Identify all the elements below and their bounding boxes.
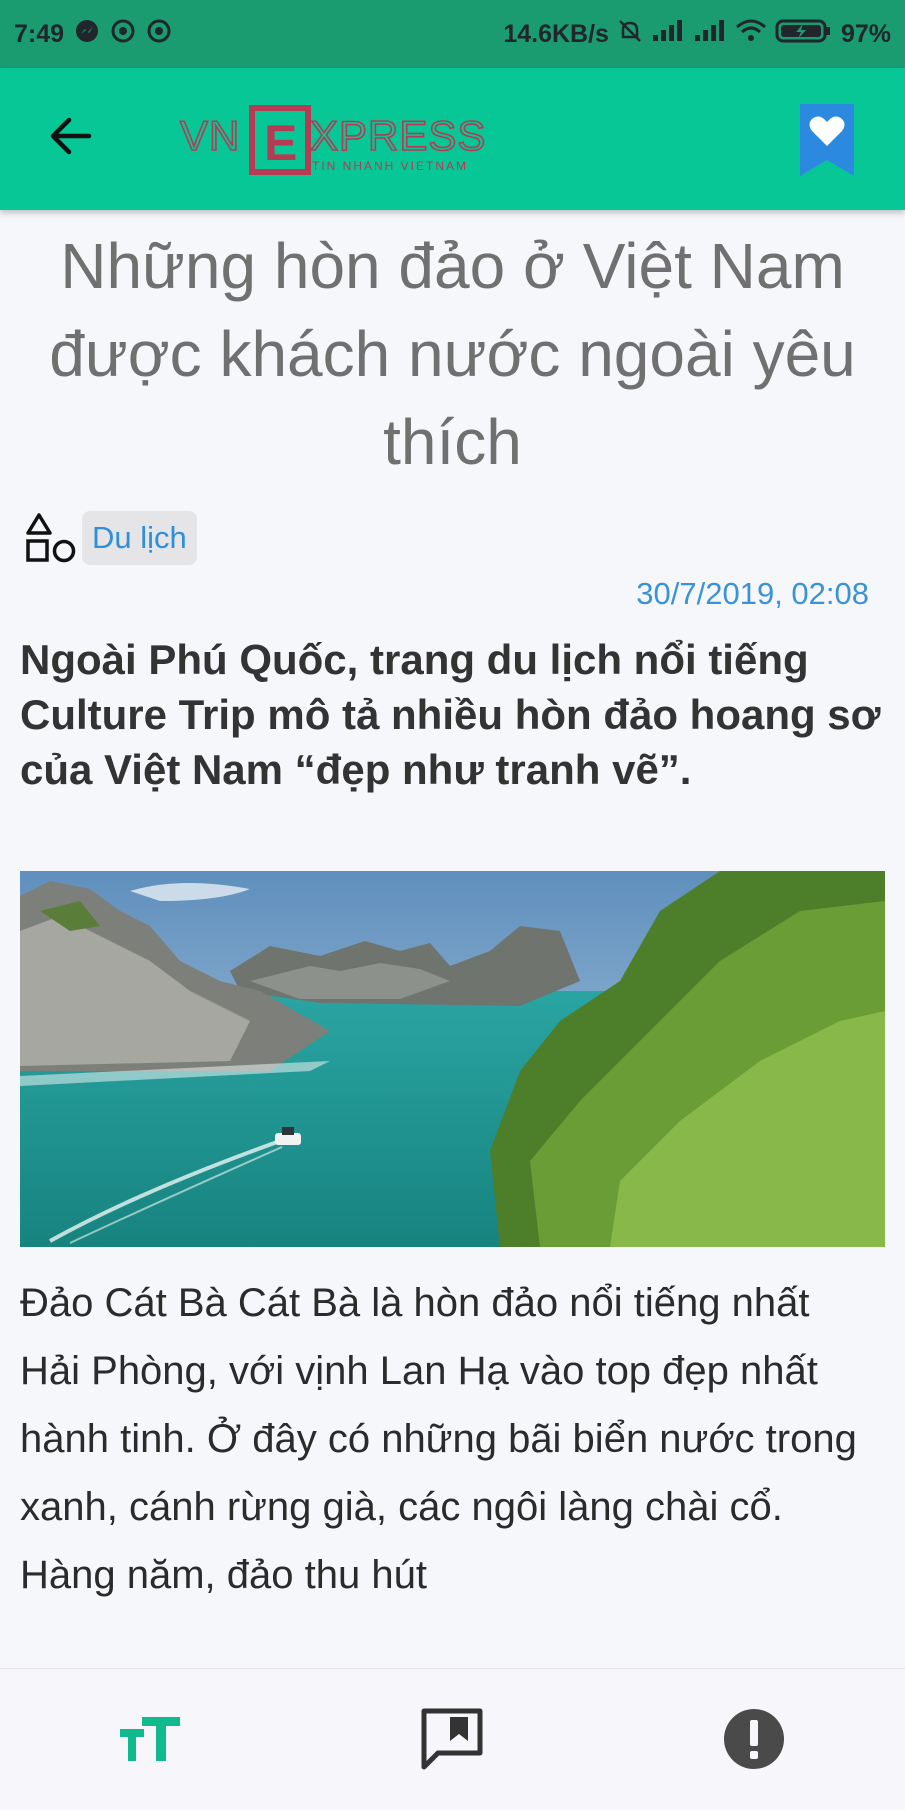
sync-icon (146, 18, 172, 51)
article-date: 30/7/2019, 02:08 (636, 576, 869, 611)
favorite-bookmark-button[interactable] (798, 102, 856, 178)
report-button[interactable] (718, 1705, 790, 1777)
vnexpress-logo: VN E XPRESS TIN NHANH VIETNAM (178, 104, 508, 178)
signal-icon (693, 19, 727, 50)
report-icon (722, 1707, 786, 1776)
back-button[interactable] (38, 108, 104, 168)
sync-icon (110, 18, 136, 51)
messenger-icon (74, 18, 100, 51)
article-meta: Du lịch (24, 508, 905, 568)
mute-icon (617, 18, 643, 51)
category-chip[interactable]: Du lịch (82, 511, 197, 565)
svg-text:E: E (264, 115, 297, 171)
signal-icon (651, 19, 685, 50)
article-lead: Ngoài Phú Quốc, trang du lịch nổi tiếng … (20, 636, 881, 793)
svg-text:VN: VN (180, 112, 240, 159)
battery-level: 97% (840, 19, 891, 48)
status-bar: 7:49 14.6KB/s 97% (0, 0, 905, 68)
app-bar: VN E XPRESS TIN NHANH VIETNAM (0, 68, 905, 210)
network-speed: 14.6KB/s (503, 19, 609, 48)
svg-text:TIN NHANH VIETNAM: TIN NHANH VIETNAM (312, 159, 468, 173)
comment-button[interactable] (416, 1705, 488, 1777)
bottom-action-bar (0, 1668, 905, 1810)
text-size-icon (118, 1715, 182, 1768)
heart-bookmark-icon (798, 104, 856, 182)
article-body: Đảo Cát Bà Cát Bà là hòn đảo nổi tiếng n… (20, 1281, 857, 1597)
shapes-category-icon (24, 511, 78, 565)
text-size-button[interactable] (114, 1705, 186, 1777)
arrow-left-icon (49, 116, 93, 161)
battery-charging-icon (775, 18, 833, 51)
wifi-icon (735, 19, 767, 50)
svg-text:XPRESS: XPRESS (310, 112, 486, 159)
article-title: Những hòn đảo ở Việt Nam được khách nước… (49, 230, 856, 478)
article-content[interactable]: Những hòn đảo ở Việt Nam được khách nước… (0, 210, 905, 1668)
article-hero-image[interactable] (20, 871, 885, 1247)
status-time: 7:49 (14, 19, 65, 48)
comment-icon (420, 1707, 484, 1776)
